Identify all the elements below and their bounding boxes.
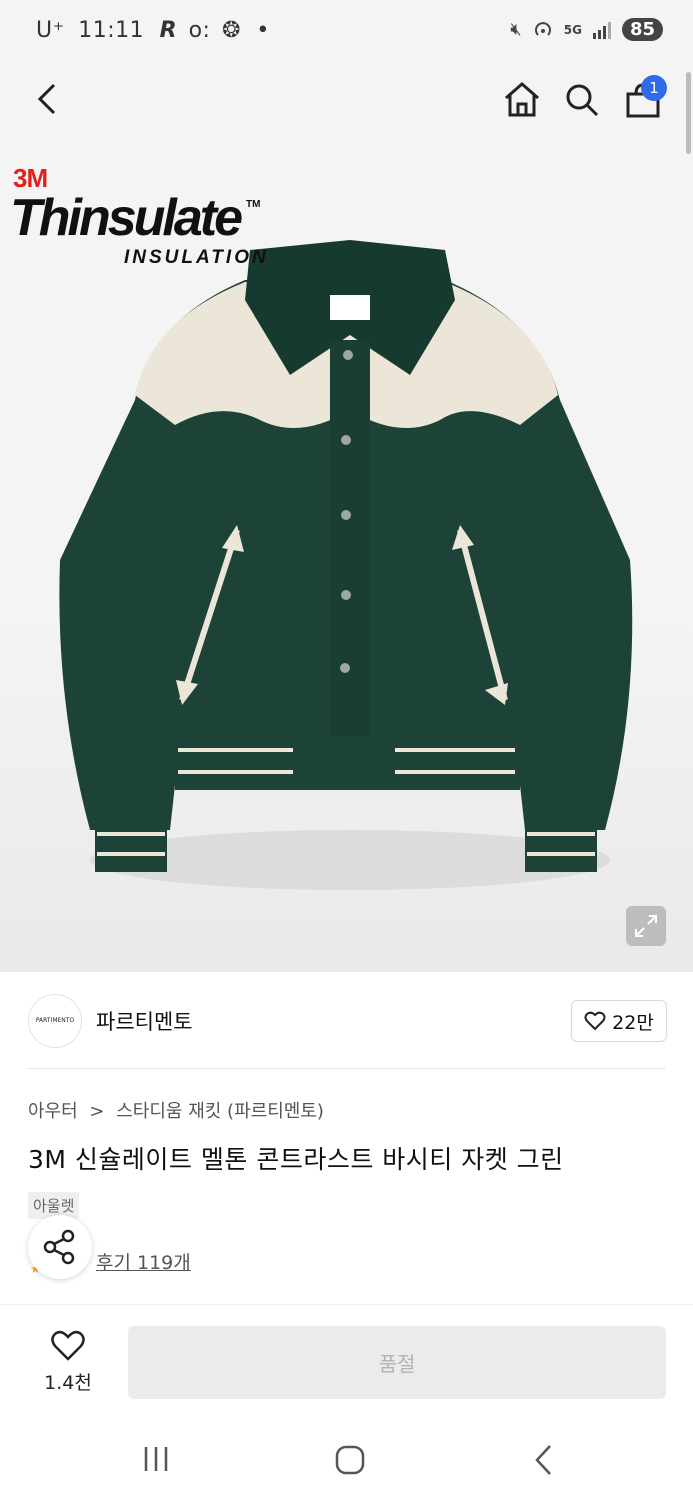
status-right: 🔇︎ 5G 85	[510, 18, 663, 41]
wishlist-heart-icon[interactable]	[50, 1330, 86, 1362]
insulation-label: INSULATION	[124, 247, 269, 268]
share-icon	[43, 1229, 75, 1265]
thinsulate-logo: Thinsulate	[10, 189, 243, 247]
settings-icon: ❂	[221, 18, 241, 43]
home-icon[interactable]	[502, 80, 542, 118]
mute-icon: 🔇︎	[510, 19, 522, 40]
home-nav-icon[interactable]	[334, 1444, 366, 1476]
breadcrumb-parent[interactable]: 아우터	[28, 1101, 78, 1122]
wishlist-count: 1.4천	[44, 1372, 92, 1394]
expand-button[interactable]	[626, 906, 666, 946]
trademark-mark: TM	[246, 199, 261, 210]
r-app-icon: R	[159, 18, 178, 43]
key-icon: o:	[188, 18, 211, 43]
divider	[28, 1068, 666, 1069]
breadcrumb-child[interactable]: 스타디움 재킷 (파르티멘토)	[116, 1101, 324, 1122]
heart-icon	[584, 1011, 606, 1031]
brand-like-count: 22만	[612, 1011, 654, 1034]
back-nav-icon[interactable]	[530, 1442, 558, 1478]
network-type: 5G	[563, 22, 582, 37]
cart-count-badge: 1	[641, 75, 667, 101]
signal-icon	[592, 21, 611, 39]
product-title: 3M 신슐레이트 멜톤 콘트라스트 바시티 자켓 그린	[28, 1145, 564, 1174]
system-nav-bar	[0, 1422, 693, 1500]
back-icon[interactable]	[34, 82, 62, 116]
brand-name[interactable]: 파르티멘토	[96, 1006, 193, 1036]
scroll-indicator	[686, 72, 691, 154]
search-icon[interactable]	[564, 82, 600, 118]
review-link[interactable]: 후기 119개	[96, 1248, 191, 1275]
status-bar: U⁺ 11:11 R o: ❂ • 🔇︎ 5G 85	[0, 0, 693, 64]
recent-apps-icon[interactable]	[140, 1442, 172, 1476]
breadcrumb-chevron-icon: >	[89, 1101, 105, 1122]
time-label: 11:11	[78, 18, 145, 43]
sold-out-button[interactable]: 품절	[128, 1326, 666, 1399]
carrier-label: U⁺	[36, 18, 65, 43]
breadcrumb: 아우터 > 스타디움 재킷 (파르티멘토)	[28, 1097, 324, 1123]
status-left: U⁺ 11:11 R o: ❂ •	[36, 18, 270, 43]
dot-icon: •	[256, 18, 270, 43]
brand-like-button[interactable]: 22만	[571, 1000, 667, 1042]
battery-indicator: 85	[621, 18, 663, 41]
expand-icon	[635, 915, 657, 937]
brand-logo[interactable]: PARTIMENTO	[28, 994, 82, 1048]
hotspot-icon	[534, 21, 551, 36]
share-button[interactable]	[28, 1215, 92, 1279]
